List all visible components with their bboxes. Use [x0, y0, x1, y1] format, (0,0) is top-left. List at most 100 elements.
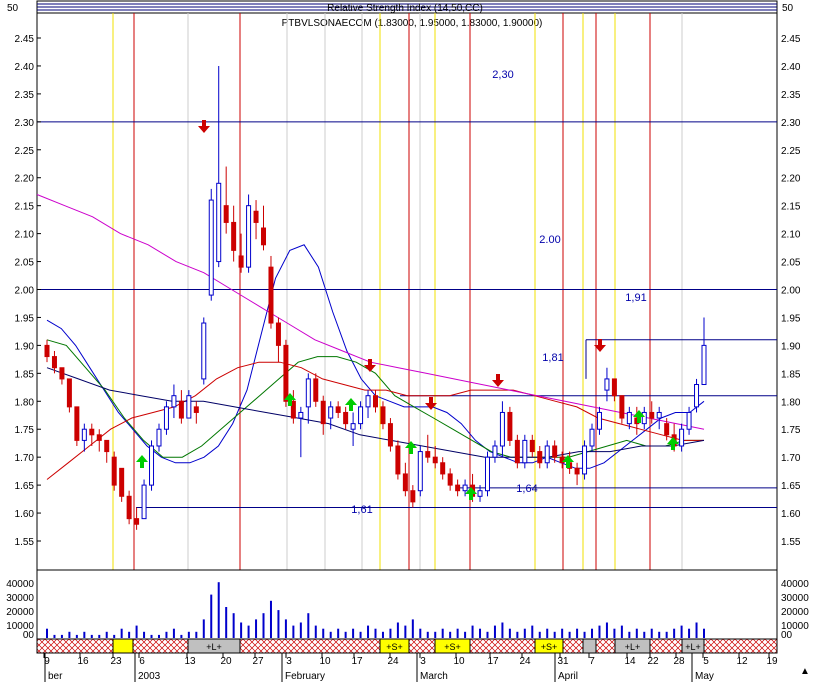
candle-body — [201, 322, 207, 380]
stock-chart: 50 50 Relative Strength Index (14,50,CC)… — [6, 0, 810, 682]
candle-body — [275, 322, 281, 346]
candle-body — [358, 406, 364, 425]
volume-bar — [46, 628, 48, 638]
volume-bar — [68, 631, 71, 638]
volume-bar — [561, 628, 564, 638]
reference-label: 1,81 — [542, 352, 563, 364]
candle-body — [350, 423, 356, 430]
y-tick-label-right: 2.00 — [781, 286, 801, 297]
candle-body — [186, 395, 192, 419]
volume-bar — [90, 634, 93, 638]
candle-body — [619, 395, 625, 419]
y-tick-label-left: 1.90 — [15, 341, 35, 352]
x-tick-label: 31 — [557, 656, 569, 667]
candle-body — [484, 456, 490, 492]
volume-bar — [456, 628, 459, 638]
candle-body — [611, 378, 617, 397]
volume-bar — [628, 631, 631, 638]
candle-body — [134, 518, 140, 525]
volume-bar — [703, 628, 705, 638]
reference-label: 2,30 — [492, 69, 513, 81]
volume-bar — [105, 631, 108, 638]
volume-bar — [165, 631, 168, 638]
band-label: +L+ — [206, 642, 222, 652]
candle-body — [141, 484, 147, 520]
volume-bar — [314, 625, 317, 638]
volume-bar — [232, 613, 235, 638]
y-tick-label-right: 2.30 — [781, 118, 801, 129]
candle-body — [604, 378, 610, 391]
volume-bar — [352, 628, 355, 638]
volume-tick-right: 30000 — [781, 593, 809, 604]
volume-bar — [665, 631, 668, 638]
volume-bar — [172, 628, 175, 638]
volume-bar — [471, 625, 474, 638]
month-label: March — [420, 671, 448, 682]
candle-body — [149, 445, 155, 486]
candle-body — [574, 467, 580, 475]
y-tick-label-right: 1.80 — [781, 397, 801, 408]
y-tick-label-left: 1.85 — [15, 369, 35, 380]
candle-body — [499, 411, 505, 447]
candle-body — [679, 428, 685, 447]
scroll-up-arrow[interactable]: ▲ — [800, 666, 810, 677]
volume-bar — [60, 634, 63, 638]
x-tick-label: 12 — [736, 656, 748, 667]
y-tick-label-left: 2.40 — [15, 62, 35, 73]
volume-tick-right: 00 — [781, 630, 793, 641]
candle-body — [447, 473, 453, 486]
volume-bar — [292, 625, 295, 638]
x-tick-label: 24 — [519, 656, 531, 667]
candle-body — [544, 445, 550, 464]
candle-body — [402, 473, 408, 492]
y-tick-label-right: 1.65 — [781, 481, 801, 492]
candle-body — [664, 423, 670, 436]
candle-body — [216, 182, 222, 263]
header-value-right: 50 — [782, 3, 794, 14]
volume-bar — [322, 628, 325, 638]
reference-label: 1,91 — [625, 292, 646, 304]
volume-bar — [262, 613, 265, 638]
x-tick-label: 23 — [110, 656, 122, 667]
candle-body — [365, 395, 371, 408]
volume-bar — [367, 625, 370, 638]
volume-bar — [598, 625, 601, 638]
candle-body — [208, 199, 214, 296]
volume-bar — [658, 631, 661, 638]
y-tick-label-left: 1.80 — [15, 397, 35, 408]
y-tick-label-right: 1.95 — [781, 313, 801, 324]
x-tick-label: 13 — [184, 656, 196, 667]
volume-bar — [404, 625, 407, 638]
indicator-title: Relative Strength Index (14,50,CC) — [327, 3, 483, 14]
volume-bar — [516, 631, 519, 638]
candle-body — [104, 439, 110, 453]
y-tick-label-right: 1.55 — [781, 537, 801, 548]
candle-body — [395, 445, 401, 475]
volume-bar — [329, 631, 332, 638]
y-tick-label-right: 1.75 — [781, 425, 801, 436]
volume-bar — [449, 631, 452, 638]
candle-body — [89, 428, 95, 436]
x-tick-label: 22 — [647, 656, 659, 667]
x-tick-label: 24 — [387, 656, 399, 667]
volume-bar — [180, 634, 183, 638]
candle-body — [529, 439, 535, 453]
volume-bar — [538, 631, 541, 638]
y-tick-label-left: 2.05 — [15, 258, 35, 269]
volume-bar — [493, 625, 496, 638]
candle-body — [425, 451, 431, 458]
volume-bar — [576, 628, 579, 638]
volume-bar — [217, 582, 220, 638]
volume-bar — [157, 634, 160, 638]
volume-bar — [75, 634, 78, 638]
volume-bar — [553, 631, 556, 638]
candle-body — [298, 411, 304, 419]
y-tick-label-right: 2.15 — [781, 202, 801, 213]
candle-body — [701, 344, 707, 386]
volume-bar — [411, 619, 414, 638]
y-tick-label-right: 2.20 — [781, 174, 801, 185]
volume-bar — [688, 628, 691, 638]
x-tick-label: 3 — [420, 656, 426, 667]
volume-bar — [113, 634, 116, 638]
volume-bar — [299, 622, 302, 638]
